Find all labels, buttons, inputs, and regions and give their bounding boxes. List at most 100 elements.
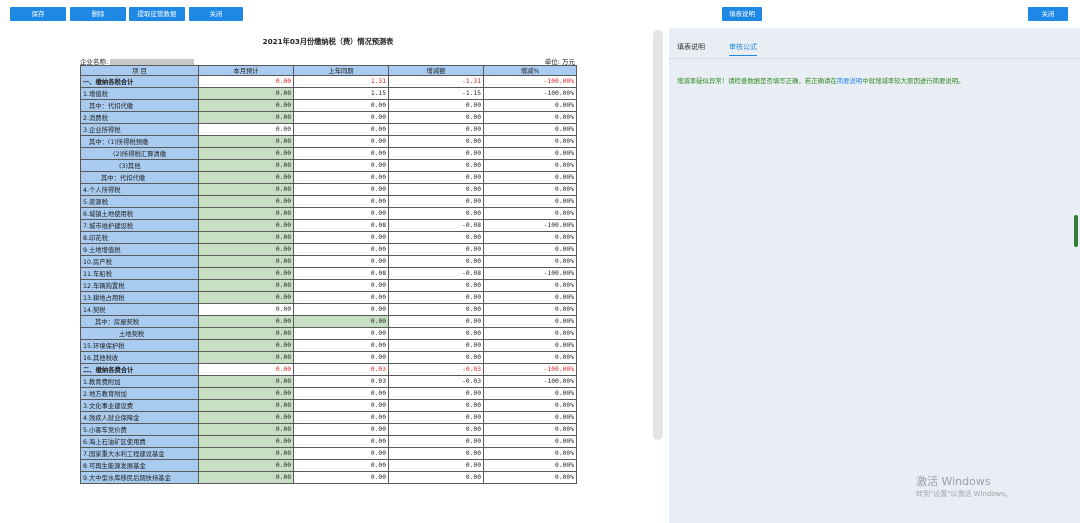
brief-explanation-link[interactable]: 简要说明 xyxy=(837,77,863,85)
last-year-cell: 0.00 xyxy=(293,279,389,292)
change-amount-cell: 0.00 xyxy=(388,123,484,136)
change-percent-cell: 0.00% xyxy=(483,435,577,448)
change-amount-cell: 0.00 xyxy=(388,171,484,184)
current-month-cell[interactable]: 0.00 xyxy=(198,147,294,160)
current-month-cell[interactable]: 0.00 xyxy=(198,279,294,292)
current-month-cell[interactable]: 0.00 xyxy=(198,363,294,376)
current-month-cell[interactable]: 0.00 xyxy=(198,399,294,412)
audit-message: 增减率疑似异常！请检查数据是否填写正确，若正确请在简要说明中就增减率较大原因进行… xyxy=(677,76,1077,85)
row-label: 11.车船税 xyxy=(80,267,199,280)
table-row: 其中：(1)所得税预缴 0.00 0.00 0.00 0.00% xyxy=(80,135,577,148)
current-month-cell[interactable]: 0.00 xyxy=(198,171,294,184)
change-percent-cell: 0.00% xyxy=(483,411,577,424)
current-month-cell[interactable]: 0.00 xyxy=(198,159,294,172)
current-month-cell[interactable]: 0.00 xyxy=(198,255,294,268)
current-month-cell[interactable]: 0.00 xyxy=(198,459,294,472)
current-month-cell[interactable]: 0.00 xyxy=(198,75,294,88)
change-percent-cell: 0.00% xyxy=(483,255,577,268)
row-label: 4.残疾人就业保障金 xyxy=(80,411,199,424)
change-amount-cell: 0.00 xyxy=(388,351,484,364)
change-percent-cell: 0.00% xyxy=(483,183,577,196)
row-label: 4.个人所得税 xyxy=(80,183,199,196)
last-year-cell: 0.00 xyxy=(293,459,389,472)
tab-fill-help[interactable]: 填表说明 xyxy=(677,42,705,52)
change-amount-cell: 0.00 xyxy=(388,291,484,304)
table-row: 5.资源税 0.00 0.00 0.00 0.00% xyxy=(80,195,577,208)
change-amount-cell: -0.03 xyxy=(388,375,484,388)
current-month-cell[interactable]: 0.00 xyxy=(198,135,294,148)
last-year-cell: 0.00 xyxy=(293,159,389,172)
table-row: 6.城镇土地使用税 0.00 0.00 0.00 0.00% xyxy=(80,207,577,220)
delete-button[interactable]: 删除 xyxy=(70,7,126,21)
current-month-cell[interactable]: 0.00 xyxy=(198,87,294,100)
current-month-cell[interactable]: 0.00 xyxy=(198,423,294,436)
change-amount-cell: -0.08 xyxy=(388,267,484,280)
change-percent-cell: 0.00% xyxy=(483,387,577,400)
activation-watermark-title: 激活 Windows xyxy=(916,475,991,488)
current-month-cell[interactable]: 0.00 xyxy=(198,315,294,328)
last-year-cell: 0.00 xyxy=(293,111,389,124)
report-table: 项 目 本月预计 上年同期 增减额 增减% 一、缴纳各税合计 0.00 1.31 -1… xyxy=(80,65,577,484)
table-row: 4.残疾人就业保障金 0.00 0.00 0.00 0.00% xyxy=(80,411,577,424)
change-amount-cell: 0.00 xyxy=(388,399,484,412)
fill-help-button[interactable]: 填表说明 xyxy=(722,7,762,21)
current-month-cell[interactable]: 0.00 xyxy=(198,303,294,316)
current-month-cell[interactable]: 0.00 xyxy=(198,339,294,352)
change-percent-cell: 0.00% xyxy=(483,123,577,136)
vertical-scrollbar[interactable] xyxy=(653,30,663,440)
current-month-cell[interactable]: 0.00 xyxy=(198,123,294,136)
current-month-cell[interactable]: 0.00 xyxy=(198,327,294,340)
last-year-cell: 0.00 xyxy=(293,423,389,436)
current-month-cell[interactable]: 0.00 xyxy=(198,375,294,388)
last-year-cell: 0.00 xyxy=(293,123,389,136)
change-percent-cell: 0.00% xyxy=(483,147,577,160)
column-header: 上年同期 xyxy=(293,65,389,76)
table-row: 其中：房屋契税 0.00 0.00 0.00 0.00% xyxy=(80,315,577,328)
current-month-cell[interactable]: 0.00 xyxy=(198,195,294,208)
current-month-cell[interactable]: 0.00 xyxy=(198,411,294,424)
current-month-cell[interactable]: 0.00 xyxy=(198,111,294,124)
change-percent-cell: 0.00% xyxy=(483,135,577,148)
current-month-cell[interactable]: 0.00 xyxy=(198,207,294,220)
right-scroll-handle[interactable] xyxy=(1074,215,1078,247)
current-month-cell[interactable]: 0.00 xyxy=(198,387,294,400)
change-amount-cell: -1.31 xyxy=(388,75,484,88)
tab-audit-formula[interactable]: 审核公式 xyxy=(729,42,757,56)
current-month-cell[interactable]: 0.00 xyxy=(198,243,294,256)
change-amount-cell: 0.00 xyxy=(388,279,484,292)
last-year-cell: 1.15 xyxy=(293,87,389,100)
table-row: 其中：代扣代缴 0.00 0.00 0.00 0.00% xyxy=(80,171,577,184)
current-month-cell[interactable]: 0.00 xyxy=(198,267,294,280)
row-label: 7.城市维护建设税 xyxy=(80,219,199,232)
last-year-cell: 0.00 xyxy=(293,135,389,148)
table-row: 7.城市维护建设税 0.00 0.08 -0.08 -100.00% xyxy=(80,219,577,232)
current-month-cell[interactable]: 0.00 xyxy=(198,231,294,244)
row-label: 10.房产税 xyxy=(80,255,199,268)
row-label: 5.小客车竞价费 xyxy=(80,423,199,436)
change-amount-cell: 0.00 xyxy=(388,183,484,196)
close-right-button[interactable]: 关闭 xyxy=(1028,7,1068,21)
current-month-cell[interactable]: 0.00 xyxy=(198,219,294,232)
last-year-cell: 0.00 xyxy=(293,183,389,196)
change-percent-cell: 0.00% xyxy=(483,471,577,484)
current-month-cell[interactable]: 0.00 xyxy=(198,99,294,112)
change-percent-cell: 0.00% xyxy=(483,111,577,124)
change-amount-cell: 0.00 xyxy=(388,159,484,172)
row-label: 8.印花税 xyxy=(80,231,199,244)
row-label: 6.海上石油矿区使用费 xyxy=(80,435,199,448)
current-month-cell[interactable]: 0.00 xyxy=(198,471,294,484)
table-row: 1.增值税 0.00 1.15 -1.15 -100.00% xyxy=(80,87,577,100)
current-month-cell[interactable]: 0.00 xyxy=(198,351,294,364)
close-button[interactable]: 关闭 xyxy=(189,7,243,21)
change-percent-cell: 0.00% xyxy=(483,327,577,340)
table-row: 16.其他税收 0.00 0.00 0.00 0.00% xyxy=(80,351,577,364)
current-month-cell[interactable]: 0.00 xyxy=(198,291,294,304)
current-month-cell[interactable]: 0.00 xyxy=(198,435,294,448)
current-month-cell[interactable]: 0.00 xyxy=(198,447,294,460)
fetch-data-button[interactable]: 提取征管数据 xyxy=(129,7,185,21)
current-month-cell[interactable]: 0.00 xyxy=(198,183,294,196)
last-year-cell: 0.08 xyxy=(293,219,389,232)
row-label: 14.契税 xyxy=(80,303,199,316)
save-button[interactable]: 保存 xyxy=(10,7,66,21)
last-year-cell: 0.00 xyxy=(293,207,389,220)
